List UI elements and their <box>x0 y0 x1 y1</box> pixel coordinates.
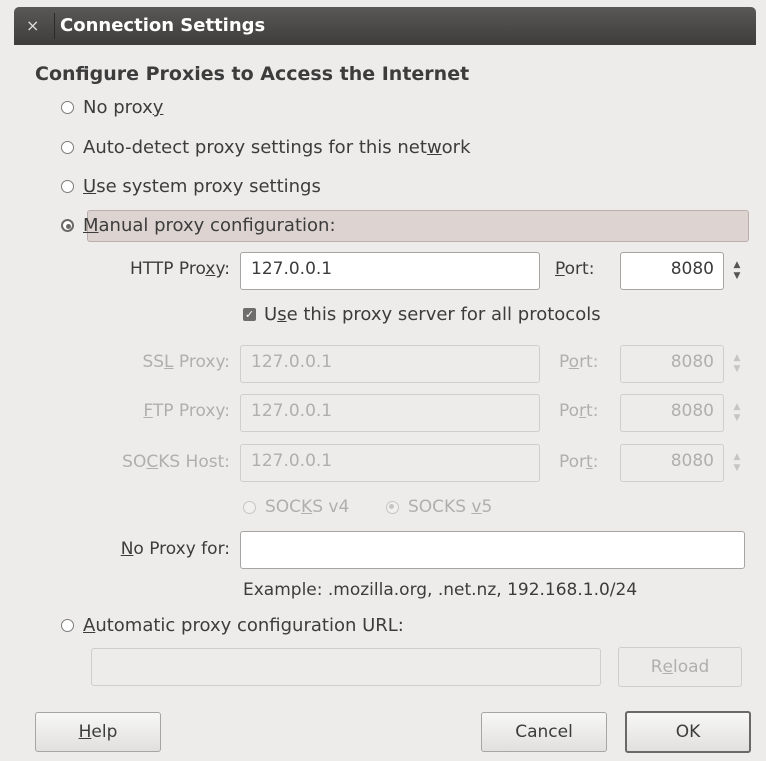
socks-host-label: SOCKS Host: <box>122 452 230 472</box>
radio-label: No proxy <box>83 97 164 118</box>
radio-icon <box>386 500 399 514</box>
radio-label: SOCKS v4 <box>265 497 350 517</box>
dialog-body: Configure Proxies to Access the Internet… <box>14 45 756 761</box>
radio-label: Manual proxy configuration: <box>83 215 336 236</box>
socks-host-input[interactable]: 127.0.0.1 <box>240 444 540 482</box>
radio-socks-v5[interactable]: SOCKS v5 <box>386 497 492 517</box>
spin-down-icon[interactable]: ▼ <box>734 271 741 282</box>
spin-up-icon[interactable]: ▲ <box>734 402 741 413</box>
spin-down-icon[interactable]: ▼ <box>734 364 741 375</box>
spin-down-icon[interactable]: ▼ <box>734 413 741 424</box>
socks-port-spinner[interactable]: ▲ ▼ <box>730 444 744 482</box>
use-for-all-checkbox[interactable]: ✓ Use this proxy server for all protocol… <box>243 304 601 325</box>
ok-button[interactable]: OK <box>625 711 751 753</box>
ssl-proxy-input[interactable]: 127.0.0.1 <box>240 345 540 383</box>
auto-config-url-input[interactable] <box>91 648 601 686</box>
ssl-proxy-label: SSL Proxy: <box>142 352 230 372</box>
title-bar: × Connection Settings <box>14 7 756 45</box>
reload-button[interactable]: Re load <box>618 647 742 687</box>
close-icon[interactable]: × <box>26 16 39 35</box>
radio-icon <box>61 141 74 154</box>
radio-icon <box>61 180 74 193</box>
http-port-input[interactable]: 8080 <box>620 252 724 290</box>
spin-up-icon[interactable]: ▲ <box>734 260 741 271</box>
http-proxy-input[interactable]: 127.0.0.1 <box>240 252 540 290</box>
radio-manual-proxy[interactable]: Manual proxy configuration: <box>61 215 336 236</box>
radio-auto-detect[interactable]: Auto-detect proxy settings for this netw… <box>61 137 471 158</box>
radio-no-proxy[interactable]: No proxy <box>61 97 163 118</box>
radio-label: SOCKS v5 <box>408 497 493 517</box>
http-port-spinner[interactable]: ▲ ▼ <box>730 252 744 290</box>
socks-port-label: Port: <box>559 452 599 472</box>
radio-icon <box>61 219 74 232</box>
title-separator <box>54 13 55 39</box>
radio-icon <box>61 619 74 632</box>
section-heading: Configure Proxies to Access the Internet <box>35 63 470 85</box>
radio-socks-v4[interactable]: SOCKS v4 <box>243 497 349 517</box>
cancel-button[interactable]: Cancel <box>481 712 607 752</box>
ftp-proxy-label: FTP Proxy: <box>143 401 230 421</box>
help-button[interactable]: Help <box>35 712 161 752</box>
ftp-proxy-input[interactable]: 127.0.0.1 <box>240 394 540 432</box>
ftp-port-spinner[interactable]: ▲ ▼ <box>730 394 744 432</box>
radio-label: Automatic proxy configuration URL: <box>83 615 404 636</box>
no-proxy-for-input[interactable] <box>240 531 745 569</box>
no-proxy-example-text: Example: .mozilla.org, .net.nz, 192.168.… <box>243 580 638 600</box>
ssl-port-input[interactable]: 8080 <box>620 345 724 383</box>
ftp-port-label: Port: <box>559 401 599 421</box>
ssl-port-spinner[interactable]: ▲ ▼ <box>730 345 744 383</box>
spin-up-icon[interactable]: ▲ <box>734 353 741 364</box>
checkbox-checked-icon: ✓ <box>243 308 256 321</box>
http-proxy-label: HTTP Proxy: <box>130 259 230 279</box>
ssl-port-label: Port: <box>559 352 599 372</box>
ftp-port-input[interactable]: 8080 <box>620 394 724 432</box>
radio-auto-config-url[interactable]: Automatic proxy configuration URL: <box>61 615 404 636</box>
radio-icon <box>61 101 74 114</box>
socks-port-input[interactable]: 8080 <box>620 444 724 482</box>
spin-down-icon[interactable]: ▼ <box>734 463 741 474</box>
radio-system-proxy[interactable]: Use system proxy settings <box>61 176 321 197</box>
radio-label: Use system proxy settings <box>83 176 321 197</box>
radio-icon <box>243 500 256 514</box>
http-port-label: Port: <box>555 259 595 279</box>
spin-up-icon[interactable]: ▲ <box>734 452 741 463</box>
radio-label: Auto-detect proxy settings for this netw… <box>83 137 471 158</box>
window-title: Connection Settings <box>60 15 266 36</box>
checkbox-label: Use this proxy server for all protocols <box>264 304 601 325</box>
no-proxy-for-label: No Proxy for: <box>120 539 230 559</box>
